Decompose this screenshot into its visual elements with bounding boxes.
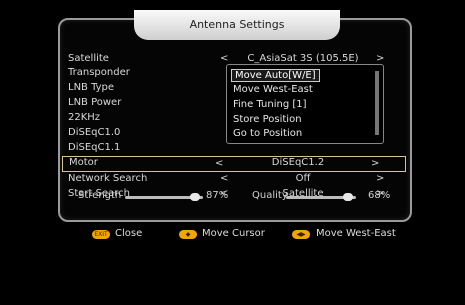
row-label: Transponder xyxy=(68,67,130,78)
left-arrow-icon[interactable]: < xyxy=(220,173,228,184)
row-value: DiSEqC1.2 xyxy=(271,157,325,168)
legend-close: Close xyxy=(115,228,143,239)
quality-value: 68% xyxy=(368,190,391,201)
legend-move-west-east: Move West-East xyxy=(316,228,396,239)
row-label: Satellite xyxy=(68,53,109,64)
dropdown-item[interactable]: Go to Position xyxy=(233,128,302,139)
window-title: Antenna Settings xyxy=(134,10,340,40)
row-label: 22KHz xyxy=(68,112,101,123)
strength-label: Strength xyxy=(78,190,122,201)
row-label: DiSEqC1.0 xyxy=(68,127,121,138)
strength-value: 87% xyxy=(206,190,229,201)
row-label: DiSEqC1.1 xyxy=(68,142,121,153)
dropdown-item[interactable]: Store Position xyxy=(233,114,302,125)
row-label: Motor xyxy=(69,157,98,168)
right-arrow-icon[interactable]: > xyxy=(376,173,384,184)
dropdown-item[interactable]: Fine Tuning [1] xyxy=(233,99,307,110)
quality-knob xyxy=(343,193,353,201)
row-label: Network Search xyxy=(68,173,148,184)
row-value: Off xyxy=(295,173,311,184)
right-arrow-icon[interactable]: > xyxy=(371,158,379,169)
updown-key-icon: ◆ xyxy=(179,230,197,239)
dropdown-item[interactable]: Move West-East xyxy=(233,84,313,95)
exit-key-icon: EXIT xyxy=(92,230,110,239)
row-label: LNB Power xyxy=(68,97,122,108)
row-network-search[interactable]: Network Search < Off > xyxy=(68,172,404,187)
left-arrow-icon[interactable]: < xyxy=(220,53,228,64)
left-arrow-icon[interactable]: < xyxy=(215,158,223,169)
right-arrow-icon[interactable]: > xyxy=(376,53,384,64)
legend-move-cursor: Move Cursor xyxy=(202,228,265,239)
row-value: C_AsiaSat 3S (105.5E) xyxy=(247,53,359,64)
dropdown-item[interactable]: Move Auto[W/E] xyxy=(231,69,320,82)
strength-knob xyxy=(190,193,200,201)
leftright-key-icon: ◀▶ xyxy=(292,230,310,239)
row-motor[interactable]: Motor < DiSEqC1.2 > xyxy=(62,156,406,172)
dropdown-scrollbar[interactable] xyxy=(375,71,379,135)
row-label: LNB Type xyxy=(68,82,115,93)
quality-label: Quality xyxy=(252,190,288,201)
motor-options-dropdown[interactable]: Move Auto[W/E] Move West-East Fine Tunin… xyxy=(226,64,384,144)
